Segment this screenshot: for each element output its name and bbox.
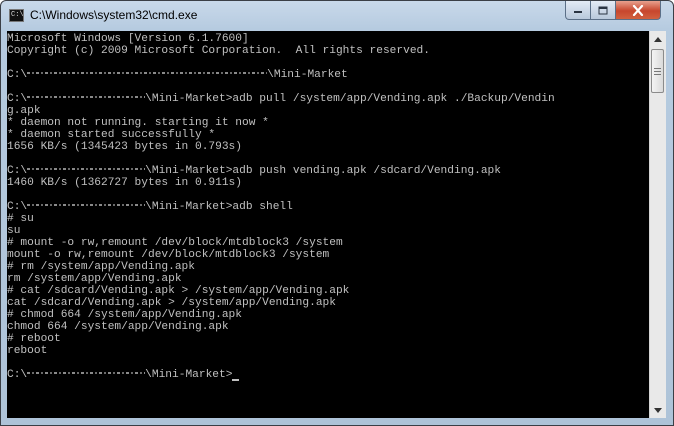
console-line: 1656 KB/s (1345423 bytes in 0.793s): [7, 141, 242, 153]
arrow-up-icon: [654, 36, 662, 42]
cmd-icon[interactable]: C:\: [9, 9, 24, 22]
arrow-down-icon: [654, 407, 662, 413]
console-lines: Microsoft Windows [Version 6.1.7600] Copy…: [7, 33, 555, 381]
minimize-button[interactable]: [565, 1, 591, 20]
console-line: # reboot: [7, 333, 61, 345]
scroll-thumb[interactable]: [651, 49, 664, 93]
console-line: C:\ \Mini-Market>: [7, 369, 555, 381]
close-icon: [632, 4, 644, 16]
console-line: su: [7, 225, 21, 237]
vertical-scrollbar[interactable]: [649, 31, 666, 418]
redacted-path: [27, 96, 146, 99]
console-line: rm /system/app/Vending.apk: [7, 273, 182, 285]
maximize-button[interactable]: [590, 1, 616, 20]
console-line: chmod 664 /system/app/Vending.apk: [7, 321, 229, 333]
redacted-path: [27, 372, 146, 375]
console-line: Microsoft Windows [Version 6.1.7600]: [7, 33, 249, 45]
window-title: C:\Windows\system32\cmd.exe: [30, 8, 198, 22]
console-line: # mount -o rw,remount /dev/block/mtdbloc…: [7, 237, 343, 249]
grip-icon: [654, 67, 661, 75]
console-line: 1460 KB/s (1362727 bytes in 0.911s): [7, 177, 242, 189]
maximize-icon: [598, 6, 608, 14]
console-line: # cat /sdcard/Vending.apk > /system/app/…: [7, 285, 350, 297]
text-cursor: [232, 379, 240, 381]
console-output[interactable]: Microsoft Windows [Version 6.1.7600] Copy…: [7, 31, 649, 418]
console-line: g.apk: [7, 105, 41, 117]
console-line: # su: [7, 213, 34, 225]
console-line: * daemon started successfully *: [7, 129, 216, 141]
console-line: C:\ \Mini-Market>adb pull /system/app/Ven…: [7, 93, 555, 105]
console-line: reboot: [7, 345, 48, 357]
minimize-icon: [574, 11, 582, 13]
scroll-down-arrow[interactable]: [650, 402, 666, 418]
console-line: C:\ \Mini-Market>adb push vending.apk /sd…: [7, 165, 501, 177]
console-line: mount -o rw,remount /dev/block/mtdblock3…: [7, 249, 330, 261]
console-line: * daemon not running. starting it now *: [7, 117, 269, 129]
console-line: # rm /system/app/Vending.apk: [7, 261, 195, 273]
scroll-up-arrow[interactable]: [650, 31, 666, 47]
close-button[interactable]: [615, 1, 661, 20]
console-line: Copyright (c) 2009 Microsoft Corporation…: [7, 45, 430, 57]
console-line: C:\ \Mini-Market>adb shell: [7, 201, 293, 213]
cmd-window: C:\ C:\Windows\system32\cmd.exe Microsof…: [0, 0, 674, 426]
redacted-path: [27, 72, 268, 75]
redacted-path: [27, 204, 146, 207]
redacted-path: [27, 168, 146, 171]
console-line: cat /sdcard/Vending.apk > /system/app/Ve…: [7, 297, 336, 309]
console-line: C:\ \Mini-Market: [7, 69, 348, 81]
console-line: # chmod 664 /system/app/Vending.apk: [7, 309, 242, 321]
